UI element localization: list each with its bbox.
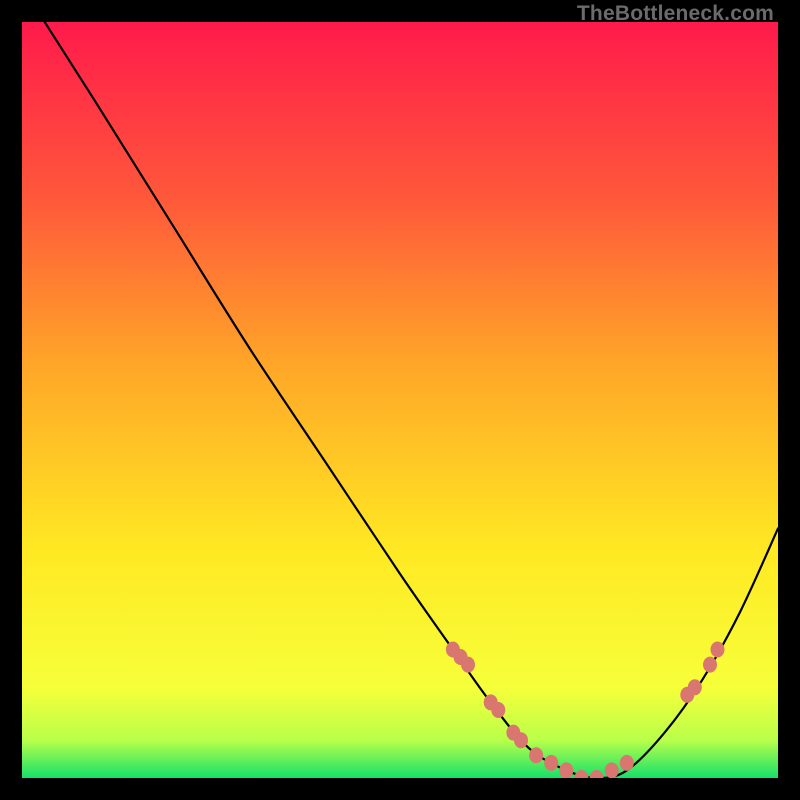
chart-frame	[22, 22, 778, 778]
marker-dot	[605, 762, 619, 778]
bottleneck-chart	[22, 22, 778, 778]
marker-dot	[491, 702, 505, 718]
watermark-text: TheBottleneck.com	[577, 2, 774, 26]
marker-dot	[559, 762, 573, 778]
gradient-background	[22, 22, 778, 778]
marker-dot	[514, 732, 528, 748]
marker-dot	[544, 755, 558, 771]
marker-dot	[529, 747, 543, 763]
marker-dot	[711, 642, 725, 658]
marker-dot	[620, 755, 634, 771]
marker-dot	[461, 657, 475, 673]
marker-dot	[703, 657, 717, 673]
marker-dot	[688, 679, 702, 695]
